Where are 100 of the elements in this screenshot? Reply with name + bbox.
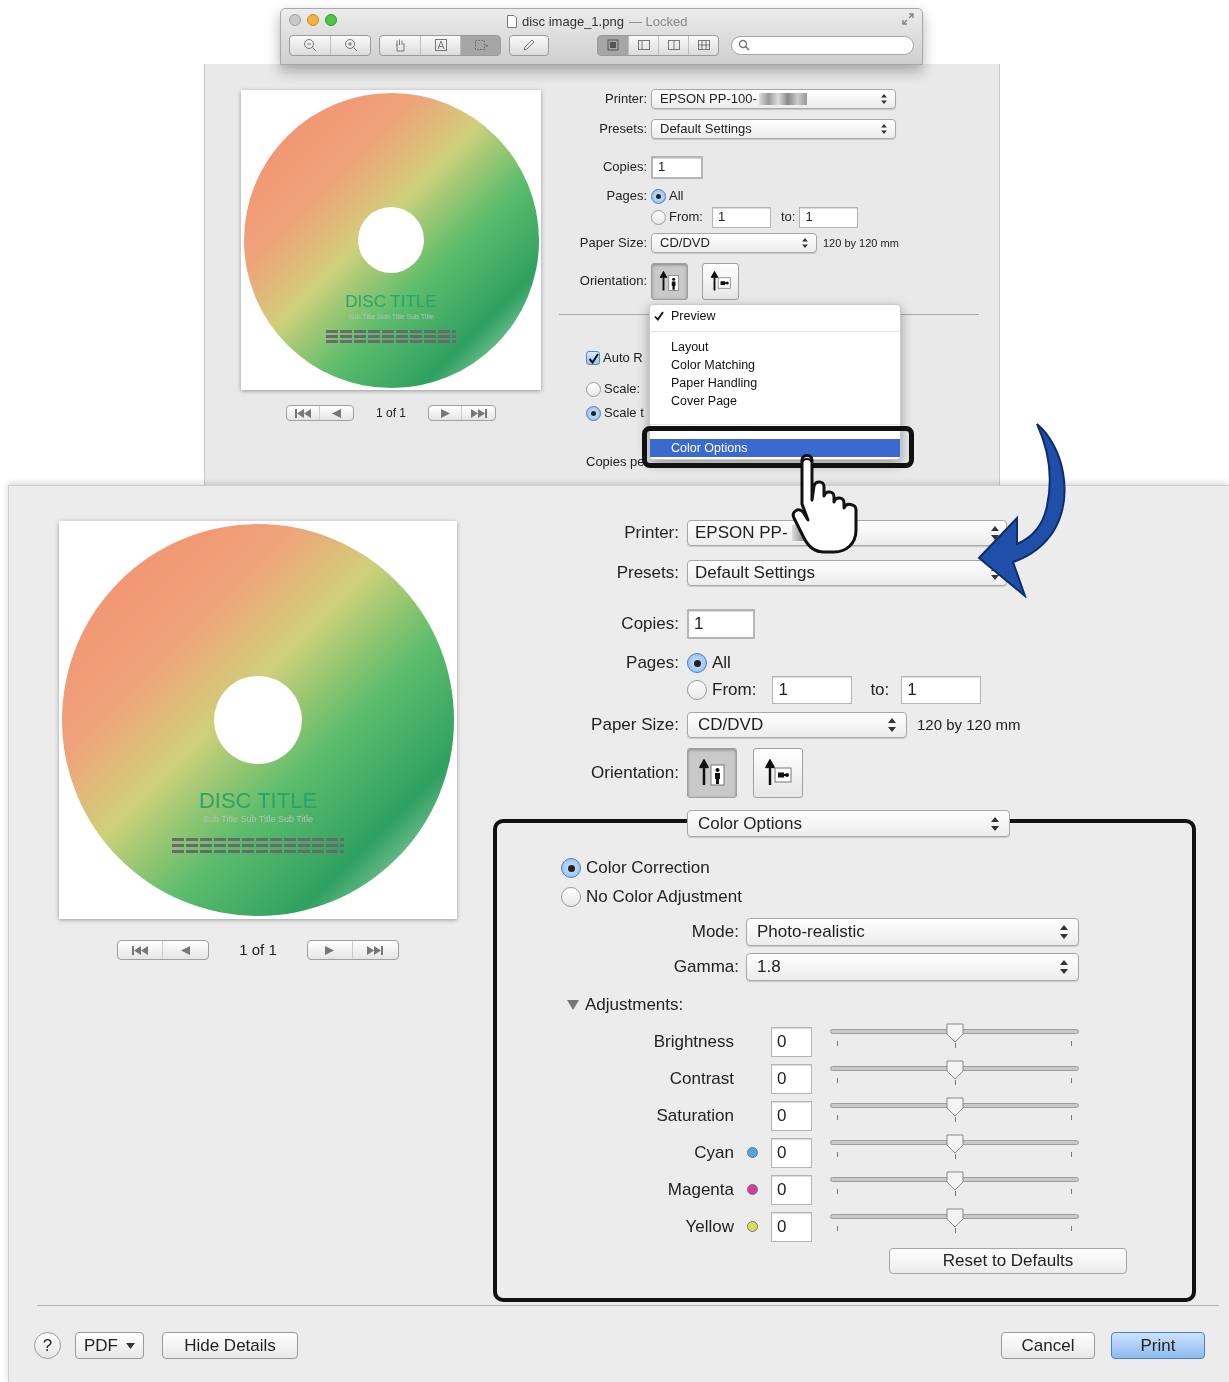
skip-forward-icon — [470, 408, 487, 418]
single-view-button[interactable] — [598, 35, 628, 55]
lock-status: — Locked — [628, 13, 688, 31]
menu-item[interactable]: Color Options — [650, 439, 900, 457]
slider-thumb[interactable] — [945, 1059, 964, 1080]
dialog-button[interactable]: Cancel — [1001, 1332, 1095, 1359]
zoom-button[interactable] — [325, 14, 337, 26]
radio-button[interactable] — [586, 405, 601, 421]
paper-size-popup[interactable]: CD/DVD — [651, 233, 817, 253]
printer-popup[interactable]: EPSON PP-100- — [651, 89, 896, 109]
disc-title: DISC TITLE — [345, 292, 437, 310]
forward-triangle-icon — [325, 945, 335, 955]
pencil-icon — [522, 38, 536, 52]
updown-arrows-icon — [991, 526, 999, 540]
radio-label: All — [669, 187, 684, 206]
minimize-button[interactable] — [307, 14, 319, 26]
checkbox-label: Auto R — [603, 349, 643, 368]
presets-popup[interactable]: Default Settings — [651, 119, 896, 139]
radio-button[interactable] — [687, 680, 707, 700]
checkbox[interactable] — [586, 351, 600, 365]
zoom-out-icon — [303, 38, 317, 52]
slider-thumb[interactable] — [945, 1133, 964, 1154]
menu-item[interactable]: Preview — [650, 307, 900, 325]
from-page-field[interactable]: 1 — [711, 206, 771, 228]
back-triangle-icon — [332, 408, 341, 418]
disc-title: DISC TITLE — [198, 790, 318, 812]
radio-label: From: — [712, 679, 757, 702]
radio-button[interactable] — [561, 858, 581, 878]
value-field[interactable]: 0 — [771, 1211, 812, 1242]
field-label: Orientation: — [591, 763, 679, 783]
menu-item[interactable]: Color Matching — [650, 356, 900, 374]
adjustment-label: Saturation — [656, 1105, 734, 1125]
gamma-popup[interactable]: 1.8 — [746, 953, 1079, 981]
single-page-icon — [606, 38, 620, 52]
radio-label: All — [712, 652, 731, 675]
menu-item[interactable]: Cover Page — [650, 392, 900, 410]
field-label: Paper Size: — [591, 715, 679, 735]
panel-popup[interactable]: Color Options — [687, 810, 1010, 837]
presets-popup[interactable]: Default Settings — [687, 560, 1007, 586]
from-page-field[interactable]: 1 — [772, 676, 853, 704]
radio-button[interactable] — [586, 381, 601, 397]
orientation-button[interactable] — [687, 748, 737, 798]
mode-popup[interactable]: Photo-realistic — [746, 918, 1079, 946]
default-button[interactable]: Print — [1111, 1332, 1205, 1359]
slider-thumb[interactable] — [945, 1170, 964, 1191]
selection-tool-button[interactable] — [460, 35, 500, 55]
orientation-button[interactable] — [753, 748, 803, 798]
radio-button[interactable] — [651, 188, 666, 204]
copies-field[interactable]: 1 — [687, 609, 755, 639]
sideways-figure-icon — [764, 759, 792, 787]
close-button[interactable] — [289, 14, 301, 26]
slider-thumb[interactable] — [945, 1096, 964, 1117]
checkmark-icon — [587, 352, 599, 364]
value-field[interactable]: 0 — [771, 1174, 812, 1205]
adjustment-label: Magenta — [667, 1179, 734, 1199]
value-field[interactable]: 0 — [771, 1026, 812, 1057]
pdf-menu-button[interactable]: PDF — [75, 1332, 144, 1359]
disclosure-toggle[interactable]: Adjustments: — [561, 990, 1127, 1020]
two-columns-icon — [666, 38, 681, 52]
field-label: Pages: — [606, 188, 647, 204]
radio-button[interactable] — [651, 209, 666, 225]
radio-button[interactable] — [687, 653, 707, 673]
updown-arrows-icon — [1060, 925, 1068, 939]
text-select-icon — [433, 38, 448, 52]
adjustment-label: Brightness — [653, 1031, 734, 1051]
adjustment-label: Yellow — [685, 1216, 734, 1236]
skip-back-icon — [132, 945, 149, 955]
slider-thumb[interactable] — [945, 1022, 964, 1043]
hide-details-button[interactable]: Hide Details — [162, 1332, 298, 1359]
disc-subtitle: Sub Title Sub Title Sub Title — [202, 815, 314, 824]
updown-arrows-icon — [991, 816, 999, 831]
fullscreen-icon[interactable] — [902, 13, 914, 25]
grid-icon — [696, 38, 711, 52]
orientation-button[interactable] — [702, 262, 739, 300]
to-page-field[interactable]: 1 — [901, 676, 982, 704]
reset-button[interactable]: Reset to Defaults — [889, 1248, 1127, 1274]
slider-thumb[interactable] — [945, 1207, 964, 1228]
search-field[interactable] — [731, 35, 914, 55]
to-page-field[interactable]: 1 — [799, 206, 859, 228]
field-label: Printer: — [605, 91, 647, 107]
window-title: disc image_1.png — [522, 13, 624, 31]
radio-label: Scale t — [604, 404, 644, 423]
menu-item[interactable]: Layout — [650, 338, 900, 356]
value-field[interactable]: 0 — [771, 1137, 812, 1168]
help-button[interactable]: ? — [34, 1332, 61, 1359]
value-field[interactable]: 0 — [771, 1100, 812, 1131]
paper-size-popup[interactable]: CD/DVD — [687, 712, 907, 738]
updown-arrows-icon — [881, 124, 887, 134]
value-field[interactable]: 0 — [771, 1063, 812, 1094]
menu-item[interactable]: Paper Handling — [650, 374, 900, 392]
field-label: to: — [780, 208, 796, 227]
skip-forward-icon — [367, 945, 384, 955]
dotted-rectangle-icon — [473, 38, 488, 52]
field-label: Presets: — [616, 563, 679, 583]
copies-field[interactable]: 1 — [651, 155, 703, 179]
orientation-button[interactable] — [651, 262, 688, 300]
skip-back-icon — [295, 408, 311, 418]
checkmark-icon — [654, 311, 664, 321]
radio-button[interactable] — [561, 887, 581, 907]
hand-icon — [393, 38, 407, 52]
